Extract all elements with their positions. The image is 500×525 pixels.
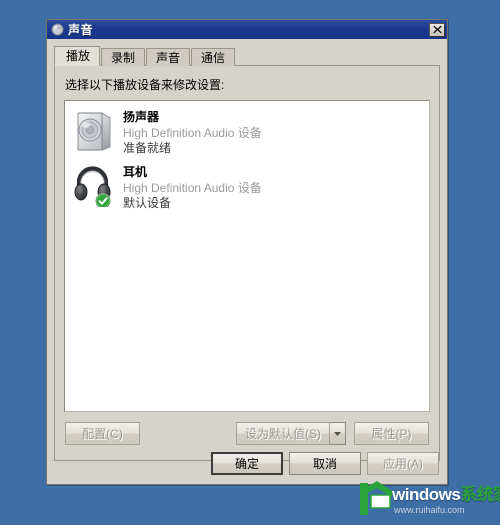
device-description: High Definition Audio 设备 [123,126,262,140]
watermark-url: www.ruihaifu.com [394,505,465,515]
device-list[interactable]: 扬声器 High Definition Audio 设备 准备就绪 耳机 Hig… [64,100,430,412]
watermark-brand: windows系统家园 [392,485,500,504]
house-logo-icon [360,481,392,515]
sound-dialog: 声音 播放 录制 声音 通信 选择以下播放设备来修改设置: 扬声器 High D… [46,19,448,485]
tab-playback[interactable]: 播放 [54,46,101,66]
configure-button[interactable]: 配置(C) [65,422,140,445]
device-name: 扬声器 [123,110,160,124]
device-action-buttons: 配置(C) 设为默认值(S) 属性(P) [64,422,430,445]
ok-button[interactable]: 确定 [211,452,283,475]
watermark-brand-en: windows [392,485,461,504]
window-title: 声音 [68,23,94,37]
list-item[interactable]: 耳机 High Definition Audio 设备 默认设备 [65,156,429,211]
device-status: 准备就绪 [123,141,172,155]
tab-recording[interactable]: 录制 [101,48,146,66]
device-description: High Definition Audio 设备 [123,181,262,195]
default-device-check-badge [95,193,111,209]
site-watermark: windows系统家园 www.ruihaifu.com [352,478,500,525]
cancel-button[interactable]: 取消 [289,452,361,475]
chevron-down-icon[interactable] [330,422,346,445]
close-icon[interactable] [429,22,445,37]
device-info: 扬声器 High Definition Audio 设备 准备就绪 [123,108,406,156]
dialog-buttons: 确定 取消 应用(A) [211,452,439,475]
instruction-text: 选择以下播放设备来修改设置: [65,78,225,92]
list-item[interactable]: 扬声器 High Definition Audio 设备 准备就绪 [65,101,429,156]
tab-communications[interactable]: 通信 [191,48,236,66]
apply-button[interactable]: 应用(A) [367,452,439,475]
properties-button[interactable]: 属性(P) [354,422,429,445]
tab-page-playback: 选择以下播放设备来修改设置: 扬声器 High Definition Audio… [54,66,440,461]
tab-strip: 播放 录制 声音 通信 [54,45,440,66]
title-bar: 声音 [47,20,447,39]
set-default-button[interactable]: 设为默认值(S) [236,422,330,445]
tab-sounds[interactable]: 声音 [146,48,191,66]
watermark-brand-cn: 系统家园 [460,485,500,504]
device-info: 耳机 High Definition Audio 设备 默认设备 [123,163,406,211]
sound-speaker-icon [51,23,64,36]
device-status: 默认设备 [123,196,172,210]
dialog-client-area: 播放 录制 声音 通信 选择以下播放设备来修改设置: 扬声器 High Defi… [47,39,447,484]
speaker-icon [73,108,115,152]
headphones-icon [73,163,115,209]
device-name: 耳机 [123,165,148,179]
